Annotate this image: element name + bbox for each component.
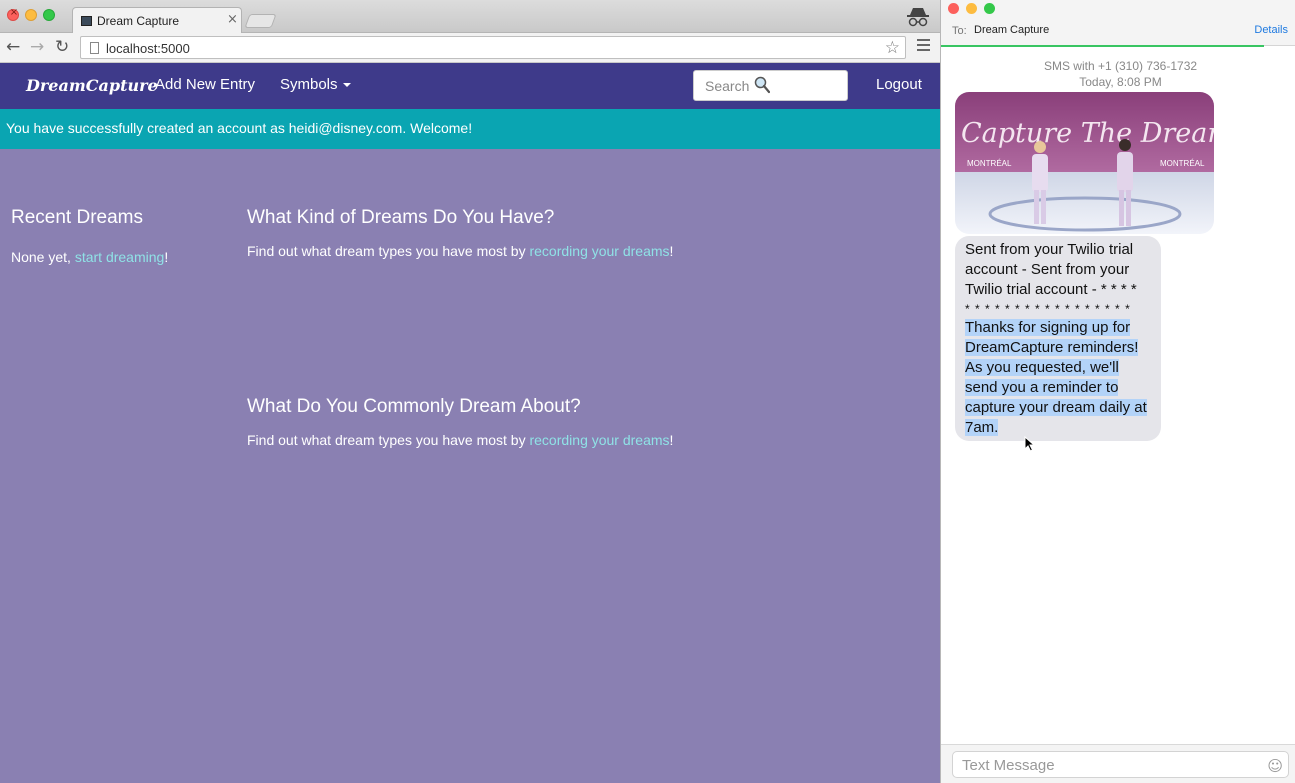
search-placeholder: Search: [705, 78, 750, 94]
mms-caption: Capture The Dream!: [961, 118, 1214, 149]
minimize-window-button[interactable]: [25, 9, 37, 21]
tab-title: Dream Capture: [97, 14, 180, 28]
received-message-bubble[interactable]: Sent from your Twilio trial account - Se…: [955, 236, 1161, 441]
messages-header: To: Dream Capture Details: [941, 0, 1295, 47]
recent-dreams-text: None yet, start dreaming!: [11, 249, 168, 265]
start-dreaming-link[interactable]: start dreaming: [75, 249, 164, 265]
recording-dreams-link[interactable]: recording your dreams: [529, 243, 669, 259]
common-prefix: Find out what dream types you have most …: [247, 432, 530, 448]
flash-text: You have successfully created an account…: [6, 120, 473, 136]
message-input-bar: Text Message ☺: [941, 744, 1295, 783]
kinds-prefix: Find out what dream types you have most …: [247, 243, 530, 259]
messages-window: To: Dream Capture Details SMS with +1 (3…: [940, 0, 1295, 783]
messages-close-button[interactable]: [948, 3, 959, 14]
hamburger-menu-icon[interactable]: [917, 39, 930, 54]
incognito-icon: [907, 8, 929, 27]
flash-message: You have successfully created an account…: [0, 109, 940, 149]
zoom-window-button[interactable]: [43, 9, 55, 21]
main-content: Recent Dreams None yet, start dreaming! …: [0, 149, 940, 783]
recipient-name[interactable]: Dream Capture: [974, 24, 1049, 36]
terminal-favicon-icon: [81, 16, 92, 26]
address-bar[interactable]: localhost:5000 ☆: [80, 36, 906, 59]
text-message-placeholder: Text Message: [962, 757, 1055, 774]
to-label: To:: [952, 25, 967, 37]
sms-with-label: SMS with +1 (310) 736-1732: [1043, 59, 1198, 73]
forward-icon[interactable]: →: [30, 37, 44, 57]
dream-kinds-heading: What Kind of Dreams Do You Have?: [247, 207, 555, 228]
text-message-input[interactable]: Text Message ☺: [952, 751, 1289, 778]
mms-city-left: MONTRÉAL: [967, 159, 1012, 168]
close-window-button[interactable]: ×: [7, 7, 19, 21]
tab-strip: × Dream Capture ×: [0, 0, 940, 34]
brand-logo[interactable]: DreamCapture: [26, 76, 158, 95]
back-icon[interactable]: ←: [6, 37, 20, 57]
page-icon: [90, 42, 99, 54]
dream-kinds-text: Find out what dream types you have most …: [247, 243, 673, 259]
emoji-icon[interactable]: ☺: [1267, 757, 1283, 775]
message-highlight: Thanks for signing up for DreamCapture r…: [965, 319, 1147, 436]
conversation-meta: SMS with +1 (310) 736-1732 Today, 8:08 P…: [941, 58, 1295, 90]
browser-tab[interactable]: Dream Capture ×: [72, 7, 242, 34]
common-suffix: !: [669, 432, 674, 448]
site-navbar: DreamCapture Add New Entry Symbols Searc…: [0, 63, 940, 109]
logout-link[interactable]: Logout: [876, 76, 922, 93]
common-dreams-text: Find out what dream types you have most …: [247, 432, 673, 448]
send-progress-bar: [941, 45, 1264, 47]
url-text[interactable]: localhost:5000: [106, 41, 190, 56]
message-stars: * * * * * * * * * * * * * * * * *: [965, 302, 1131, 316]
search-input[interactable]: Search: [693, 70, 848, 101]
add-new-entry-link[interactable]: Add New Entry: [155, 76, 255, 93]
mms-image[interactable]: Capture The Dream! MONTRÉAL MONTRÉAL: [955, 92, 1214, 234]
tab-close-icon[interactable]: ×: [227, 12, 238, 27]
recording-dreams-link-2[interactable]: recording your dreams: [529, 432, 669, 448]
messages-minimize-button[interactable]: [966, 3, 977, 14]
message-highlighted-text: Thanks for signing up for DreamCapture r…: [965, 318, 1151, 438]
recent-suffix: !: [164, 249, 169, 265]
browser-toolbar: ← → ↻ localhost:5000 ☆: [0, 33, 940, 63]
common-dreams-heading: What Do You Commonly Dream About?: [247, 396, 581, 417]
details-button[interactable]: Details: [1254, 24, 1288, 36]
bookmark-star-icon[interactable]: ☆: [885, 38, 900, 58]
recent-dreams-heading: Recent Dreams: [11, 207, 143, 228]
new-tab-button[interactable]: [244, 14, 277, 28]
messages-zoom-button[interactable]: [984, 3, 995, 14]
reload-icon[interactable]: ↻: [55, 37, 69, 57]
kinds-suffix: !: [669, 243, 674, 259]
mouse-pointer-icon: [1024, 436, 1036, 452]
message-line-1: Sent from your Twilio trial account - Se…: [965, 241, 1137, 298]
conversation-timestamp: Today, 8:08 PM: [1079, 75, 1162, 89]
recent-prefix: None yet,: [11, 249, 75, 265]
browser-window: × Dream Capture × ← → ↻ localhost:5000 ☆…: [0, 0, 940, 783]
mms-city-right: MONTRÉAL: [1160, 159, 1205, 168]
symbols-label: Symbols: [280, 76, 338, 93]
symbols-dropdown[interactable]: Symbols: [280, 76, 351, 93]
caret-down-icon: [342, 83, 351, 88]
search-icon: [754, 76, 770, 94]
